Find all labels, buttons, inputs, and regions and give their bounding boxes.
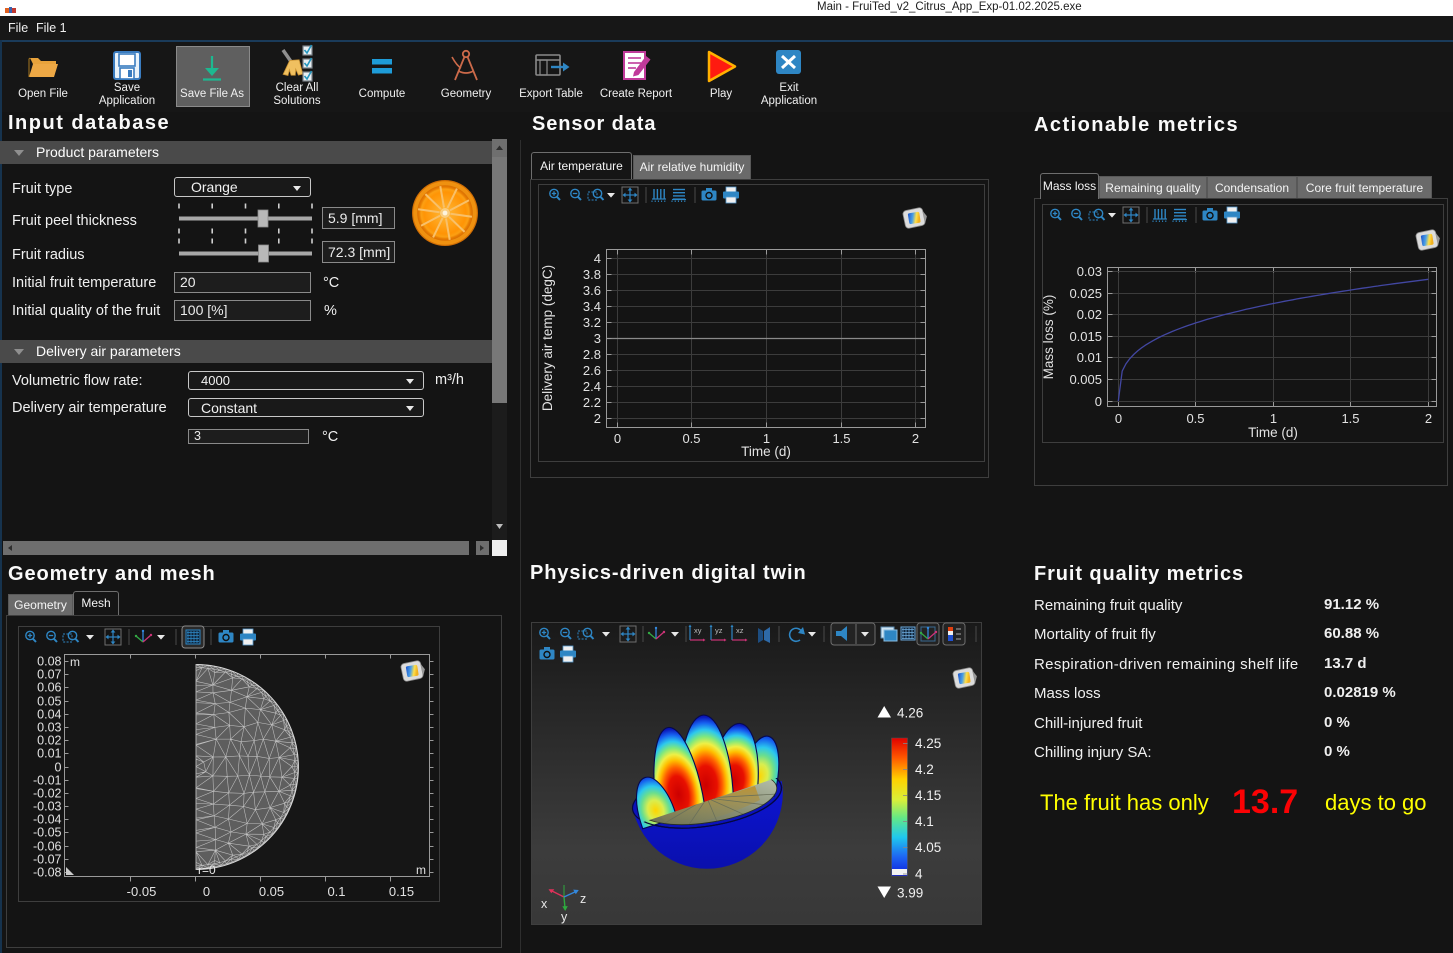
svg-text:-0.02: -0.02 <box>33 787 62 801</box>
svg-text:0: 0 <box>1115 411 1122 426</box>
svg-text:4.15: 4.15 <box>915 788 941 803</box>
svg-text:0: 0 <box>203 884 210 899</box>
svg-text:0.02: 0.02 <box>37 734 61 748</box>
svg-text:4.26: 4.26 <box>897 706 923 721</box>
svg-text:0.1: 0.1 <box>327 884 345 899</box>
svg-text:-0.03: -0.03 <box>33 800 62 814</box>
svg-text:0.02: 0.02 <box>1077 307 1102 322</box>
svg-text:0.15: 0.15 <box>389 884 414 899</box>
svg-text:2.6: 2.6 <box>583 363 601 378</box>
svg-text:Time (d): Time (d) <box>1248 425 1298 440</box>
svg-text:-0.06: -0.06 <box>33 840 62 854</box>
svg-text:0.03: 0.03 <box>1077 264 1102 279</box>
svg-text:-0.07: -0.07 <box>33 853 62 867</box>
svg-text:0: 0 <box>614 431 621 446</box>
svg-text:0: 0 <box>55 761 62 775</box>
svg-text:xz: xz <box>736 626 744 635</box>
svg-text:2.2: 2.2 <box>583 395 601 410</box>
svg-text:0.005: 0.005 <box>1069 372 1102 387</box>
svg-text:0.015: 0.015 <box>1069 329 1102 344</box>
svg-text:-0.05: -0.05 <box>127 884 157 899</box>
svg-text:-0.05: -0.05 <box>33 826 62 840</box>
svg-text:1.5: 1.5 <box>832 431 850 446</box>
svg-text:0.05: 0.05 <box>259 884 284 899</box>
svg-text:3.99: 3.99 <box>897 886 923 901</box>
svg-text:0.04: 0.04 <box>37 708 61 722</box>
svg-text:1.5: 1.5 <box>1341 411 1359 426</box>
svg-text:3.4: 3.4 <box>583 299 601 314</box>
svg-text:0.5: 0.5 <box>1186 411 1204 426</box>
svg-text:4.1: 4.1 <box>915 814 934 829</box>
svg-text:4: 4 <box>915 867 923 882</box>
svg-text:xy: xy <box>694 626 702 635</box>
svg-text:-0.08: -0.08 <box>33 866 62 880</box>
svg-text:0: 0 <box>1095 394 1102 409</box>
svg-text:3.6: 3.6 <box>583 283 601 298</box>
svg-text:r=0: r=0 <box>198 863 216 877</box>
svg-text:-0.01: -0.01 <box>33 774 62 788</box>
svg-text:0.03: 0.03 <box>37 721 61 735</box>
svg-text:4.2: 4.2 <box>915 762 934 777</box>
svg-text:0.025: 0.025 <box>1069 286 1102 301</box>
svg-text:0.01: 0.01 <box>37 747 61 761</box>
svg-text:3.2: 3.2 <box>583 315 601 330</box>
svg-text:0.5: 0.5 <box>682 431 700 446</box>
svg-text:4.25: 4.25 <box>915 736 941 751</box>
svg-text:2: 2 <box>594 411 601 426</box>
svg-text:m: m <box>416 863 426 877</box>
svg-text:2.8: 2.8 <box>583 347 601 362</box>
svg-text:m: m <box>70 655 80 669</box>
svg-text:Delivery air temp (degC): Delivery air temp (degC) <box>540 265 555 411</box>
svg-text:2: 2 <box>912 431 919 446</box>
svg-text:0.07: 0.07 <box>37 668 61 682</box>
svg-text:2.4: 2.4 <box>583 379 601 394</box>
svg-text:Time (d): Time (d) <box>741 444 791 459</box>
svg-text:0.08: 0.08 <box>37 655 61 669</box>
svg-text:z: z <box>580 892 586 906</box>
svg-text:0.01: 0.01 <box>1077 350 1102 365</box>
svg-text:0.06: 0.06 <box>37 681 61 695</box>
svg-text:2: 2 <box>1425 411 1432 426</box>
svg-text:3.8: 3.8 <box>583 267 601 282</box>
svg-text:3: 3 <box>594 331 601 346</box>
svg-text:0.05: 0.05 <box>37 695 61 709</box>
svg-text:y: y <box>561 910 568 924</box>
svg-text:1: 1 <box>1270 411 1277 426</box>
svg-text:4: 4 <box>594 251 601 266</box>
svg-text:yz: yz <box>715 626 723 635</box>
svg-text:-0.04: -0.04 <box>33 813 62 827</box>
svg-text:Mass loss (%): Mass loss (%) <box>1041 295 1056 380</box>
svg-text:4.05: 4.05 <box>915 840 941 855</box>
svg-text:x: x <box>541 897 548 911</box>
